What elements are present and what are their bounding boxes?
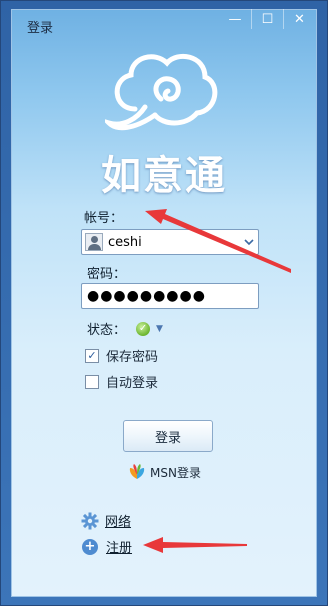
msn-login-link[interactable]: MSN登录 [127, 463, 201, 481]
status-label: 状态： [87, 323, 127, 338]
account-label: 帐号： [84, 211, 124, 226]
msn-butterfly-icon [129, 464, 145, 479]
save-password-option[interactable]: ✓ 保存密码 [85, 346, 158, 365]
save-password-label: 保存密码 [106, 350, 159, 365]
cloud-logo-icon [105, 53, 218, 131]
register-link[interactable]: + 注册 [81, 537, 132, 556]
app-name: 如意通 [101, 153, 227, 199]
title-bar-controls: — ☐ ✕ [219, 9, 315, 29]
status-row: 状态： ✓ ▼ [87, 319, 163, 338]
auto-login-label: 自动登录 [106, 376, 159, 391]
network-link-label: 网络 [105, 515, 132, 530]
account-select[interactable]: ceshi [81, 229, 259, 255]
online-status-icon[interactable]: ✓ [136, 321, 151, 336]
window-title: 登录 [27, 21, 54, 36]
login-window: 登录 — ☐ ✕ 如意通 帐号： ceshi 密码： 状态： ✓ ▼ ✓ 保存密… [0, 0, 328, 606]
save-password-checkbox[interactable]: ✓ [85, 348, 99, 363]
close-button[interactable]: ✕ [283, 9, 315, 29]
register-link-label: 注册 [106, 541, 133, 556]
gear-icon [81, 512, 99, 529]
password-field[interactable] [81, 283, 259, 309]
chevron-down-icon[interactable] [240, 230, 258, 254]
minimize-button[interactable]: — [219, 9, 251, 29]
login-button[interactable]: 登录 [123, 420, 213, 452]
password-label: 密码： [87, 267, 127, 282]
maximize-button[interactable]: ☐ [251, 9, 283, 29]
auto-login-option[interactable]: 自动登录 [85, 372, 158, 391]
msn-login-label: MSN登录 [150, 465, 201, 480]
status-dropdown-caret-icon[interactable]: ▼ [156, 324, 163, 334]
avatar [85, 233, 103, 251]
network-settings-link[interactable]: 网络 [81, 511, 131, 530]
account-value: ceshi [108, 234, 142, 250]
auto-login-checkbox[interactable] [85, 374, 99, 389]
plus-icon: + [82, 538, 98, 555]
